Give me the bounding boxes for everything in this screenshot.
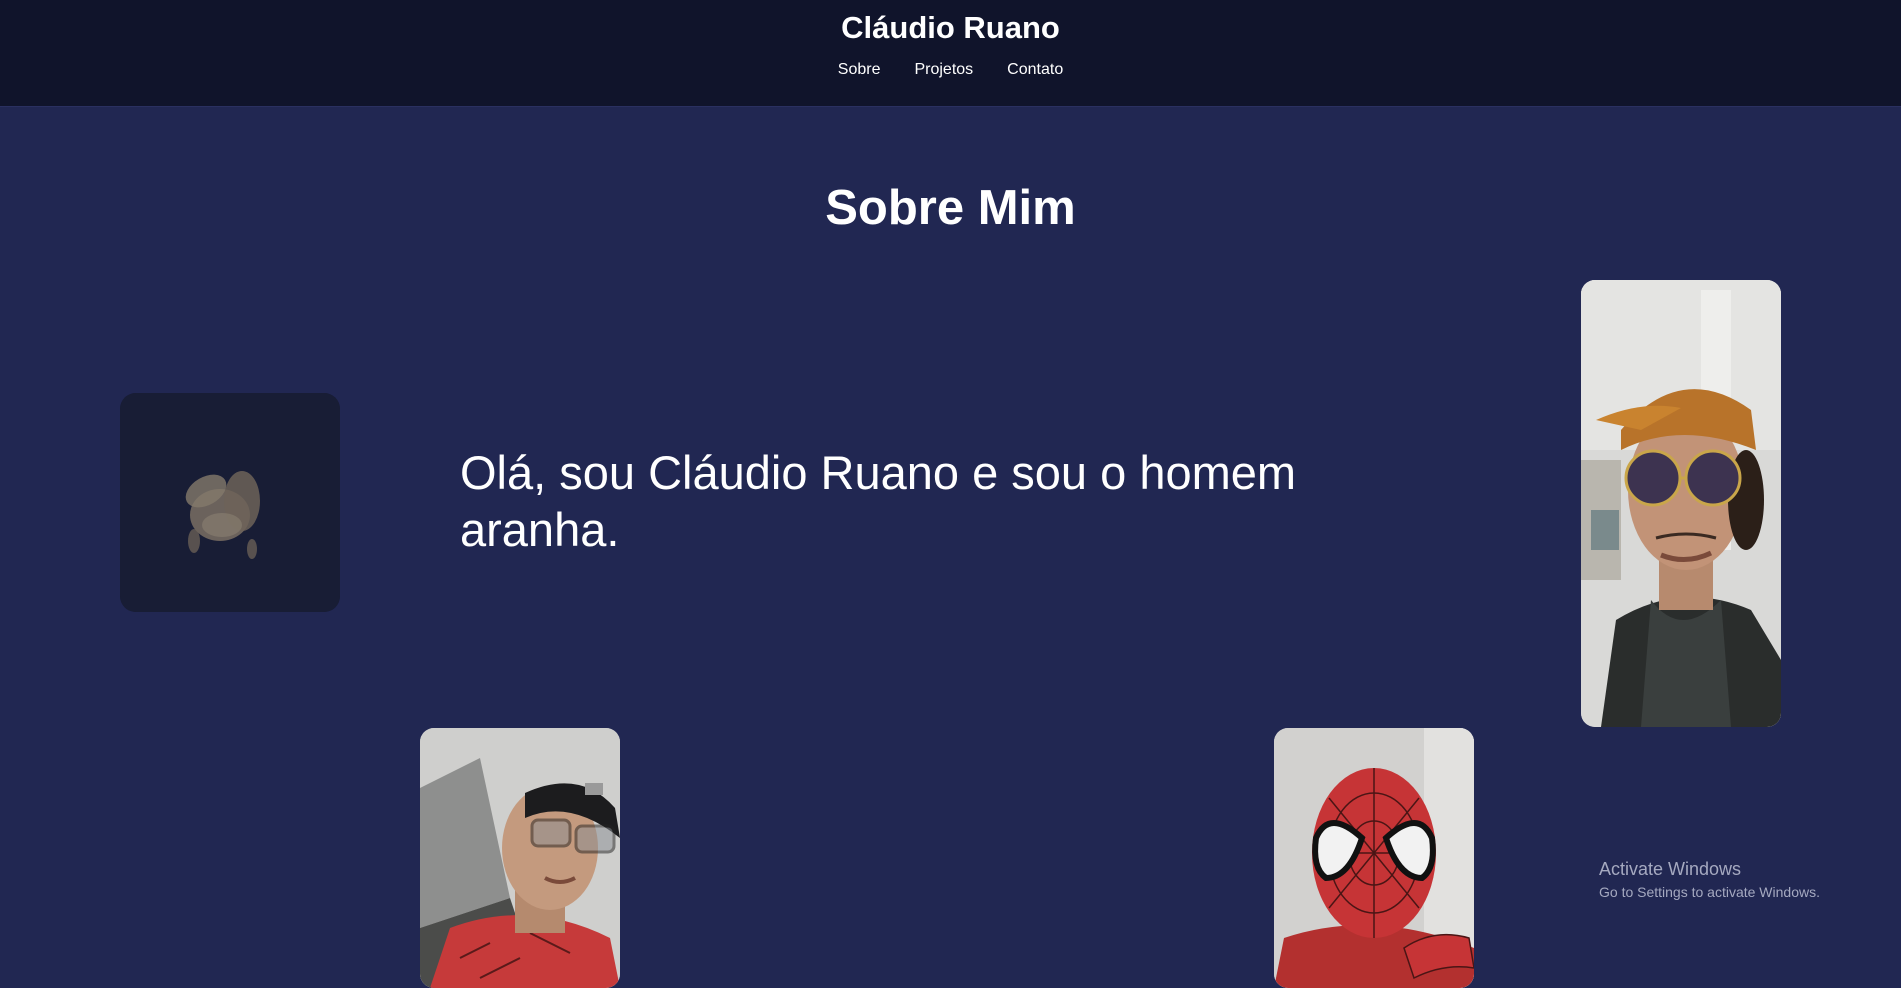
- nav-link-projetos[interactable]: Projetos: [914, 60, 973, 80]
- selfie-cap-sunglasses-photo: [1581, 280, 1781, 727]
- windows-activation-watermark: Activate Windows Go to Settings to activ…: [1599, 858, 1820, 902]
- intro-text: Olá, sou Cláudio Ruano e sou o homem ara…: [460, 446, 1297, 556]
- site-header: Cláudio Ruano Sobre Projetos Contato: [0, 0, 1901, 107]
- watermark-subtitle: Go to Settings to activate Windows.: [1599, 884, 1820, 900]
- dancing-figure-gif: [120, 393, 340, 612]
- watermark-title: Activate Windows: [1599, 859, 1742, 879]
- section-title: Sobre Mim: [825, 181, 1076, 235]
- spiderman-mask-photo: [1274, 728, 1474, 988]
- site-title: Cláudio Ruano: [841, 10, 1060, 45]
- nav-link-contato[interactable]: Contato: [1007, 60, 1063, 80]
- nav-link-sobre[interactable]: Sobre: [838, 60, 881, 80]
- selfie-glasses-photo: [420, 728, 620, 988]
- main-nav: Sobre Projetos Contato: [0, 60, 1901, 80]
